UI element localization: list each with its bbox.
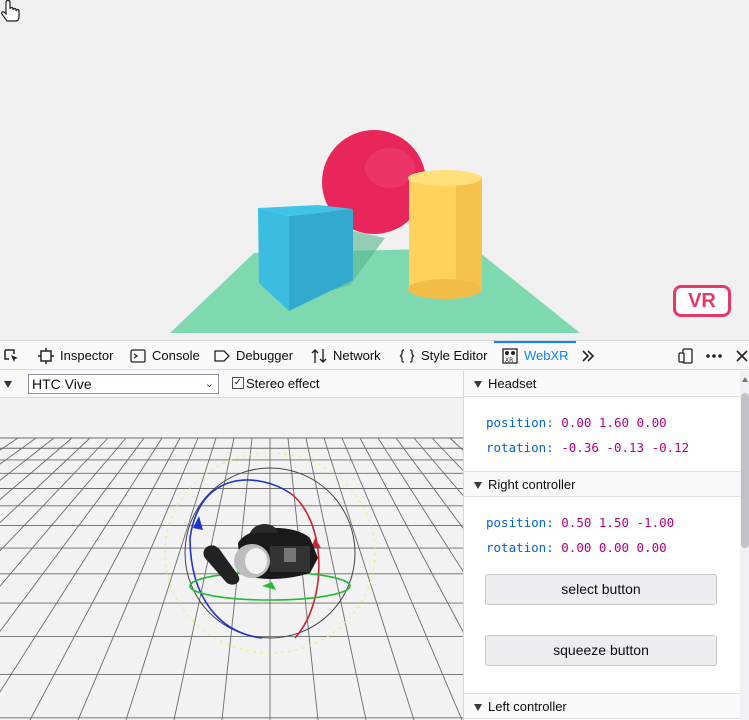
squeeze-button[interactable]: squeeze button bbox=[485, 635, 717, 666]
device-select[interactable]: HTC Vive ⌄ bbox=[28, 374, 219, 394]
console-icon bbox=[130, 349, 146, 363]
scrollbar-thumb[interactable] bbox=[741, 393, 749, 548]
headset-rotation-row: rotation: -0.36 -0.13 -0.12 bbox=[486, 440, 690, 455]
collapse-triangle-icon[interactable] bbox=[4, 381, 12, 388]
headset-position-value[interactable]: 0.00 1.60 0.00 bbox=[561, 415, 666, 430]
enter-vr-button[interactable]: VR bbox=[673, 285, 731, 317]
tab-console[interactable]: Console bbox=[130, 341, 202, 370]
webxr-device-panel: Headset position: 0.00 1.60 0.00 rotatio… bbox=[463, 371, 749, 720]
right-controller-position-value[interactable]: 0.50 1.50 -1.00 bbox=[561, 515, 674, 530]
responsive-icon bbox=[678, 348, 693, 364]
ellipsis-icon bbox=[706, 354, 722, 358]
hand-cursor-icon bbox=[1, 0, 20, 22]
chevron-down-icon: ⌄ bbox=[204, 378, 214, 390]
style-editor-icon bbox=[399, 349, 415, 363]
stereo-effect-checkbox[interactable]: ✓ bbox=[232, 377, 244, 389]
floor-plane bbox=[170, 248, 580, 333]
expand-triangle-icon bbox=[474, 704, 482, 711]
select-button[interactable]: select button bbox=[485, 574, 717, 605]
close-devtools-button[interactable] bbox=[735, 341, 749, 370]
webxr-scene: VR bbox=[0, 0, 749, 340]
tab-inspector[interactable]: Inspector bbox=[38, 341, 118, 370]
left-controller-section-header[interactable]: Left controller bbox=[464, 693, 740, 719]
more-tools-button[interactable] bbox=[580, 341, 596, 370]
options-menu-button[interactable] bbox=[705, 341, 723, 370]
tab-style-editor[interactable]: Style Editor bbox=[399, 341, 489, 370]
controller-gizmo bbox=[164, 452, 376, 654]
emulator-viewport[interactable] bbox=[0, 398, 463, 720]
devtools-toolbar: Inspector Console Debugger Network Style… bbox=[0, 340, 749, 370]
right-controller-rotation-row: rotation: 0.00 0.00 0.00 bbox=[486, 540, 667, 555]
scene-render bbox=[170, 130, 580, 333]
vr-headset-model bbox=[234, 524, 318, 579]
scroll-up-arrow-icon[interactable] bbox=[742, 377, 748, 382]
expand-triangle-icon bbox=[474, 482, 482, 489]
debugger-icon bbox=[214, 350, 230, 362]
expand-triangle-icon bbox=[474, 381, 482, 388]
tab-debugger[interactable]: Debugger bbox=[214, 341, 298, 370]
headset-rotation-value[interactable]: -0.36 -0.13 -0.12 bbox=[561, 440, 689, 455]
element-picker-button[interactable] bbox=[3, 341, 23, 370]
responsive-design-button[interactable] bbox=[678, 341, 694, 370]
right-controller-position-row: position: 0.50 1.50 -1.00 bbox=[486, 515, 675, 530]
picker-icon bbox=[4, 349, 18, 362]
tab-webxr[interactable]: XR WebXR bbox=[502, 341, 572, 370]
chevron-double-right-icon bbox=[582, 350, 595, 362]
close-icon bbox=[736, 350, 748, 362]
controller-model bbox=[203, 545, 240, 585]
right-controller-rotation-value[interactable]: 0.00 0.00 0.00 bbox=[561, 540, 666, 555]
headset-section-header[interactable]: Headset bbox=[464, 371, 740, 397]
cylinder-top bbox=[408, 170, 482, 186]
tab-network[interactable]: Network bbox=[311, 341, 385, 370]
network-icon bbox=[311, 349, 327, 363]
viewport-controls: HTC Vive ⌄ ✓ Stereo effect bbox=[0, 371, 463, 398]
right-controller-section-header[interactable]: Right controller bbox=[464, 471, 740, 497]
stereo-effect-label: Stereo effect bbox=[246, 376, 320, 391]
inspector-icon bbox=[38, 348, 54, 364]
device-select-value: HTC Vive bbox=[32, 376, 92, 392]
headset-position-row: position: 0.00 1.60 0.00 bbox=[486, 415, 667, 430]
panel-scrollbar[interactable] bbox=[740, 371, 749, 720]
svg-text:XR: XR bbox=[505, 357, 513, 364]
webxr-icon: XR bbox=[502, 348, 518, 364]
